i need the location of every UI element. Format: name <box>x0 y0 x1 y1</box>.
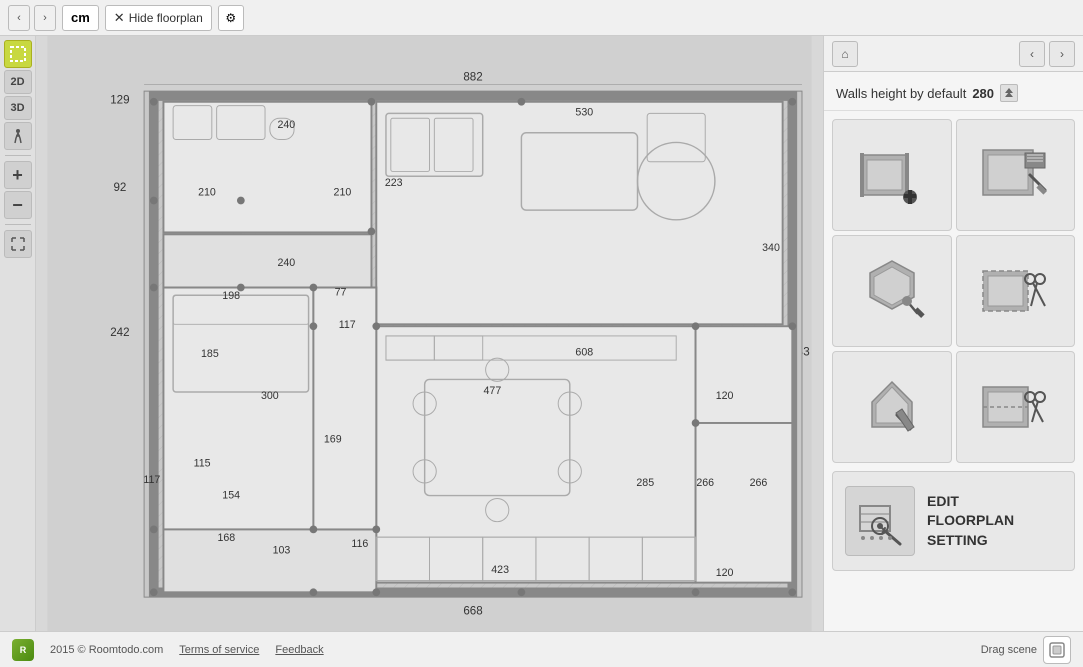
trim-tool[interactable] <box>956 351 1076 463</box>
walk-tool-btn[interactable] <box>4 122 32 150</box>
zoom-out-btn[interactable]: − <box>4 191 32 219</box>
svg-text:340: 340 <box>762 242 780 254</box>
view-2d-btn[interactable]: 2D <box>4 70 32 94</box>
unit-toggle-btn[interactable]: cm <box>62 5 99 31</box>
svg-text:530: 530 <box>575 106 593 118</box>
expand-btn[interactable] <box>4 230 32 258</box>
right-panel-header: ⌂ ‹ › <box>824 36 1083 72</box>
rp-home-btn[interactable]: ⌂ <box>832 41 858 67</box>
cut-shape-tool[interactable] <box>956 235 1076 347</box>
svg-text:266: 266 <box>696 477 714 489</box>
settings-btn[interactable]: ⚙ <box>218 5 244 31</box>
svg-text:129: 129 <box>110 94 129 107</box>
edit-floorplan-label: EDIT FLOORPLAN SETTING <box>927 492 1014 551</box>
toolbar-nav-back-forward: ‹ › <box>8 5 56 31</box>
svg-text:423: 423 <box>491 564 509 576</box>
app-logo: R <box>12 639 34 661</box>
right-panel-nav: ‹ › <box>1019 41 1075 67</box>
tool-separator <box>5 155 31 156</box>
hide-floorplan-btn[interactable]: ✕ Hide floorplan <box>105 5 212 31</box>
zoom-in-btn[interactable]: + <box>4 161 32 189</box>
svg-text:115: 115 <box>194 458 211 470</box>
svg-text:103: 103 <box>273 545 291 557</box>
floorplan-svg: 882 668 129 92 242 683 <box>36 36 823 631</box>
feedback-link[interactable]: Feedback <box>275 644 323 656</box>
view-3d-btn[interactable]: 3D <box>4 96 32 120</box>
tool-separator-2 <box>5 224 31 225</box>
settings-icon: ⚙ <box>225 11 236 25</box>
svg-text:285: 285 <box>636 477 654 489</box>
svg-text:210: 210 <box>198 187 216 199</box>
drag-scene-area: Drag scene <box>981 636 1071 664</box>
toolbar: ‹ › cm ✕ Hide floorplan ⚙ <box>0 0 1083 36</box>
walls-height-label: Walls height by default <box>836 86 966 101</box>
svg-text:240: 240 <box>277 119 295 131</box>
terms-link[interactable]: Terms of service <box>179 644 259 656</box>
svg-text:116: 116 <box>351 538 368 550</box>
nav-back-btn[interactable]: ‹ <box>8 5 30 31</box>
svg-text:120: 120 <box>716 567 734 579</box>
left-tools: 2D 3D + − <box>0 36 36 631</box>
svg-text:185: 185 <box>201 348 219 360</box>
edit-floorplan-icon-box <box>845 486 915 556</box>
main-area: 2D 3D + − 882 668 129 92 242 <box>0 36 1083 631</box>
status-bar: R 2015 © Roomtodo.com Terms of service F… <box>0 631 1083 667</box>
tool-grid <box>824 111 1083 471</box>
drag-scene-icon <box>1043 636 1071 664</box>
canvas-area[interactable]: 882 668 129 92 242 683 <box>36 36 823 631</box>
rp-forward-btn[interactable]: › <box>1049 41 1075 67</box>
walls-height-control: Walls height by default 280 <box>824 72 1083 111</box>
svg-text:882: 882 <box>463 71 482 84</box>
svg-text:92: 92 <box>113 181 126 194</box>
svg-text:266: 266 <box>750 477 768 489</box>
svg-text:240: 240 <box>277 257 295 269</box>
nav-forward-btn[interactable]: › <box>34 5 56 31</box>
copyright-text: 2015 © Roomtodo.com <box>50 644 163 656</box>
hide-fp-icon: ✕ <box>114 10 125 26</box>
edit-box-tool[interactable] <box>956 119 1076 231</box>
svg-text:668: 668 <box>463 605 482 618</box>
svg-text:117: 117 <box>143 474 160 486</box>
rp-back-btn[interactable]: ‹ <box>1019 41 1045 67</box>
paint-floor-tool[interactable] <box>832 351 952 463</box>
edit-floorplan-card[interactable]: EDIT FLOORPLAN SETTING <box>832 471 1075 571</box>
walls-height-spinner[interactable] <box>1000 84 1018 102</box>
svg-text:169: 169 <box>324 433 342 445</box>
drag-scene-label: Drag scene <box>981 644 1037 656</box>
walls-height-value: 280 <box>972 86 994 101</box>
svg-text:477: 477 <box>484 385 502 397</box>
svg-text:120: 120 <box>716 390 734 402</box>
svg-text:198: 198 <box>222 290 240 302</box>
right-panel: ⌂ ‹ › Walls height by default 280 <box>823 36 1083 631</box>
svg-text:223: 223 <box>385 177 403 189</box>
svg-text:117: 117 <box>339 319 356 331</box>
svg-text:210: 210 <box>334 187 352 199</box>
svg-text:154: 154 <box>222 489 240 501</box>
svg-text:168: 168 <box>217 532 235 544</box>
hex-shape-tool[interactable] <box>832 235 952 347</box>
svg-text:242: 242 <box>110 326 129 339</box>
svg-text:300: 300 <box>261 390 279 402</box>
svg-text:608: 608 <box>575 346 593 358</box>
svg-text:77: 77 <box>335 286 347 298</box>
add-wall-tool[interactable] <box>832 119 952 231</box>
select-tool-btn[interactable] <box>4 40 32 68</box>
